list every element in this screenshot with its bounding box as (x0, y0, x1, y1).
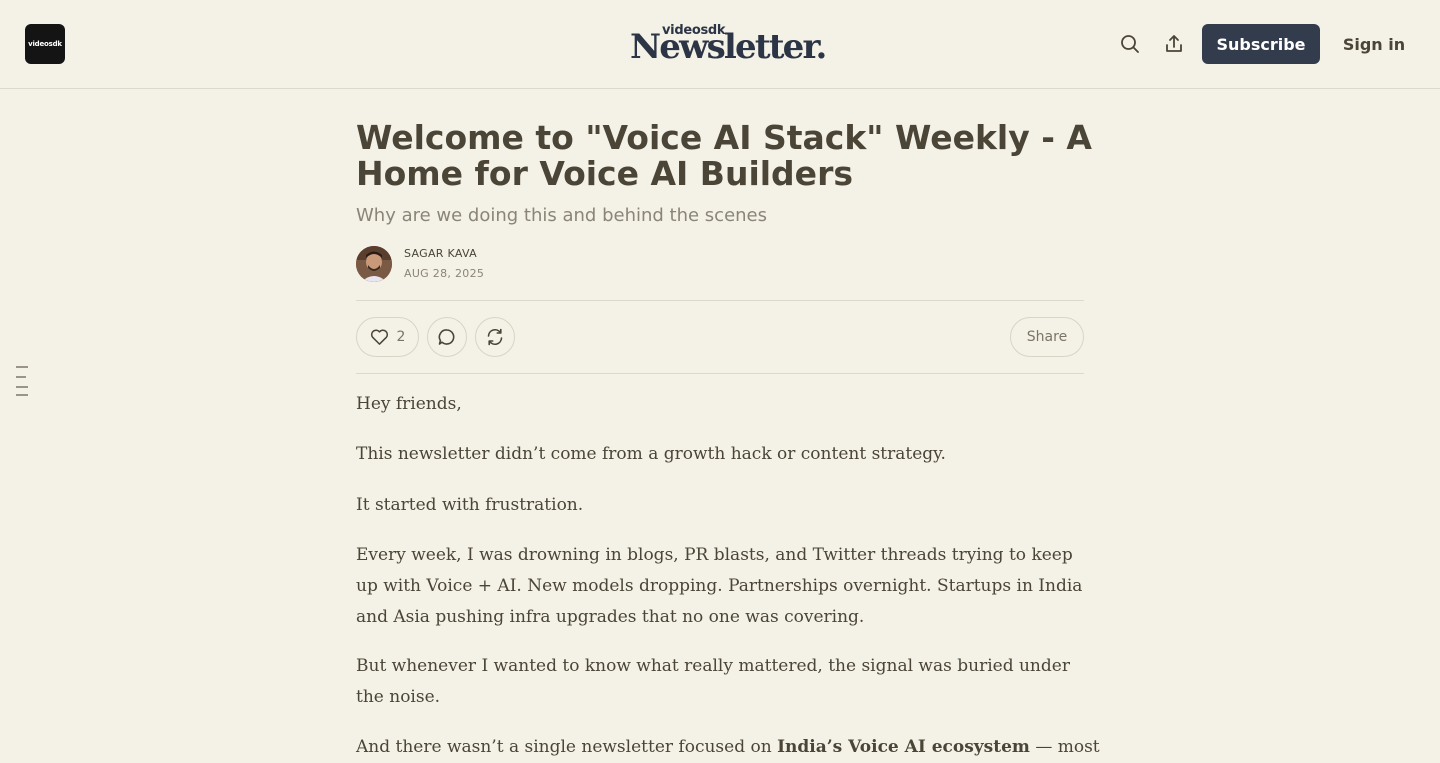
table-of-contents-icon[interactable] (16, 366, 30, 398)
divider (356, 300, 1084, 301)
paragraph-text: And there wasn’t a single newsletter foc… (356, 737, 778, 757)
paragraph: Hey friends, (356, 394, 462, 414)
paragraph-text: — most (1029, 737, 1100, 757)
masthead[interactable]: videosdk Newsletter. (630, 22, 827, 70)
sign-in-button[interactable]: Sign in (1336, 24, 1412, 64)
paragraph: Every week, I was drowning in blogs, PR … (356, 545, 1083, 627)
masthead-title: Newsletter. (630, 27, 827, 67)
search-icon[interactable] (1118, 32, 1142, 56)
restack-icon (485, 327, 505, 347)
divider (356, 373, 1084, 374)
subscribe-button[interactable]: Subscribe (1202, 24, 1320, 64)
author-name[interactable]: SAGAR KAVA (404, 247, 477, 260)
article-title: Welcome to "Voice AI Stack" Weekly - A H… (356, 118, 1092, 193)
paragraph: But whenever I wanted to know what reall… (356, 656, 1070, 707)
comment-button[interactable] (427, 317, 467, 357)
publish-date: AUG 28, 2025 (404, 267, 485, 280)
publication-logo-text: videosdk (28, 40, 62, 48)
comment-icon (437, 327, 457, 347)
heart-icon (370, 328, 389, 346)
restack-button[interactable] (475, 317, 515, 357)
paragraph: This newsletter didn’t come from a growt… (356, 444, 946, 464)
like-count: 2 (396, 329, 406, 345)
article-subtitle: Why are we doing this and behind the sce… (356, 205, 768, 226)
paragraph: And there wasn’t a single newsletter foc… (356, 732, 1100, 763)
top-bar: videosdk videosdk Newsletter. Subscribe … (0, 0, 1440, 89)
share-button[interactable]: Share (1010, 317, 1084, 357)
share-upload-icon[interactable] (1162, 32, 1186, 56)
like-button[interactable]: 2 (356, 317, 419, 357)
paragraph-bold-text: India’s Voice AI ecosystem (777, 737, 1030, 757)
paragraph: It started with frustration. (356, 495, 584, 515)
avatar[interactable] (356, 246, 392, 282)
publication-logo[interactable]: videosdk (25, 24, 65, 64)
